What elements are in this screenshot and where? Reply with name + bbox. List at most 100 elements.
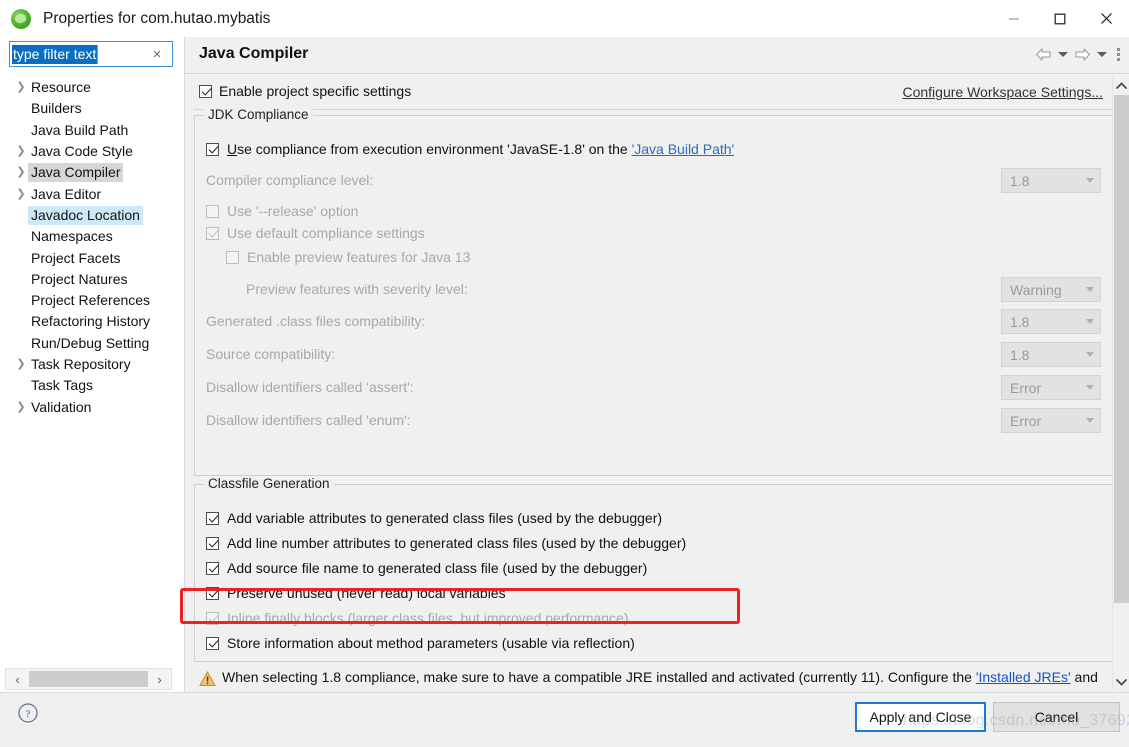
disallow-identifiers-called-assert-dropdown[interactable]: Error — [1001, 375, 1101, 400]
maximize-icon[interactable] — [1037, 0, 1083, 37]
view-menu-icon[interactable] — [1111, 43, 1125, 65]
sidebar-item-namespaces[interactable]: ❯Namespaces — [0, 226, 184, 247]
sidebar-item-run-debug-setting[interactable]: ❯Run/Debug Setting — [0, 333, 184, 354]
enable-row-divider — [194, 109, 1114, 110]
search-input[interactable]: type filter text × — [9, 41, 173, 67]
sidebar-item-label: Builders — [31, 100, 82, 117]
preview-features-with-severity-level-dropdown[interactable]: Warning — [1001, 277, 1101, 302]
use-execution-environment-label: Use compliance from execution environmen… — [227, 141, 735, 157]
window-controls — [991, 0, 1129, 37]
enable-project-specific-settings-checkbox[interactable]: Enable project specific settings — [199, 83, 411, 99]
source-compatibility-dropdown[interactable]: 1.8 — [1001, 342, 1101, 367]
chevron-right-icon[interactable]: ❯ — [14, 167, 28, 178]
use-default-compliance-settings-checkbox[interactable]: Use default compliance settings — [206, 222, 425, 244]
back-arrow-icon[interactable] — [1033, 43, 1053, 65]
sidebar-item-java-build-path[interactable]: ❯Java Build Path — [0, 120, 184, 141]
sidebar-item-label: Java Code Style — [31, 143, 133, 160]
scroll-down-icon[interactable] — [1113, 673, 1129, 690]
dropdown-value: Error — [1010, 412, 1042, 429]
use-execution-environment-checkbox[interactable]: Use compliance from execution environmen… — [206, 138, 734, 160]
sidebar-item-label: Java Compiler — [28, 163, 124, 183]
store-information-about-method-parameters-usable-checkbox[interactable]: Store information about method parameter… — [206, 632, 635, 654]
minimize-icon[interactable] — [991, 0, 1037, 37]
checkbox-box — [226, 250, 239, 264]
sidebar-item-project-facets[interactable]: ❯Project Facets — [0, 247, 184, 268]
add-source-file-name-to-generated-class-file-use-checkbox[interactable]: Add source file name to generated class … — [206, 557, 647, 579]
page-vertical-scrollbar[interactable] — [1112, 77, 1129, 690]
disallow-identifiers-called-enum-label: Disallow identifiers called 'enum': — [206, 412, 411, 428]
checkbox-box — [206, 636, 219, 650]
sidebar-item-label: Resource — [31, 79, 91, 96]
vscroll-thumb[interactable] — [1114, 95, 1129, 603]
chevron-down-icon — [1086, 287, 1094, 292]
inline-finally-blocks-larger-class-files-but-imp-checkbox[interactable]: Inline finally blocks (larger class file… — [206, 607, 629, 629]
chevron-right-icon[interactable]: ❯ — [14, 82, 28, 93]
sidebar-item-builders[interactable]: ❯Builders — [0, 98, 184, 119]
sidebar-item-refactoring-history[interactable]: ❯Refactoring History — [0, 311, 184, 332]
classfile-generation-title: Classfile Generation — [204, 476, 334, 491]
sidebar-item-java-code-style[interactable]: ❯ Java Code Style — [0, 141, 184, 162]
tree-horizontal-scrollbar[interactable]: ‹ › — [5, 668, 172, 690]
checkbox-box — [206, 142, 219, 156]
back-dropdown-caret-icon[interactable] — [1056, 43, 1069, 65]
enable-preview-features-for-java-13-checkbox[interactable]: Enable preview features for Java 13 — [226, 246, 470, 268]
apply-and-close-button[interactable]: Apply and Close — [855, 702, 986, 732]
filter-input-value: type filter text — [12, 45, 99, 64]
chevron-down-icon — [1086, 352, 1094, 357]
preview-features-with-severity-level-label: Preview features with severity level: — [246, 281, 468, 297]
cancel-button[interactable]: Cancel — [993, 702, 1120, 732]
eclipse-icon — [11, 8, 31, 29]
use-release-option-checkbox[interactable]: Use '--release' option — [206, 200, 358, 222]
close-icon[interactable] — [1083, 0, 1129, 37]
checkbox-box — [206, 511, 219, 525]
sidebar-item-resource[interactable]: ❯ Resource — [0, 77, 184, 98]
configure-workspace-settings-link[interactable]: Configure Workspace Settings... — [902, 84, 1103, 100]
generated-class-files-compatibility-dropdown[interactable]: 1.8 — [1001, 309, 1101, 334]
chevron-right-icon[interactable]: ❯ — [14, 401, 28, 413]
forward-arrow-icon[interactable] — [1072, 43, 1092, 65]
warning-text-part-1: When selecting 1.8 compliance, make sure… — [222, 669, 976, 685]
compiler-compliance-level-label: Compiler compliance level: — [206, 172, 374, 188]
disallow-identifiers-called-assert-label: Disallow identifiers called 'assert': — [206, 379, 414, 395]
sidebar-item-java-compiler[interactable]: ❯ Java Compiler — [0, 162, 184, 183]
header-divider — [185, 73, 1129, 74]
clear-filter-icon[interactable]: × — [149, 46, 165, 63]
preserve-unused-never-read-local-variables-label: Preserve unused (never read) local varia… — [227, 585, 506, 601]
sidebar-item-label: Java Editor — [31, 185, 102, 202]
preserve-unused-never-read-local-variables-checkbox[interactable]: Preserve unused (never read) local varia… — [206, 582, 506, 604]
checkbox-box — [199, 84, 212, 98]
warning-triangle-icon — [199, 670, 216, 687]
chevron-right-icon[interactable]: ❯ — [14, 146, 28, 157]
java-build-path-link[interactable]: 'Java Build Path' — [632, 141, 735, 157]
warning-text-part-2: and — [1070, 669, 1098, 685]
installed-jres-link[interactable]: 'Installed JREs' — [976, 669, 1071, 685]
sidebar-item-task-repository[interactable]: ❯ Task Repository — [0, 354, 184, 375]
checkbox-box — [206, 204, 219, 218]
enable-specific-settings-row: Enable project specific settings Configu… — [185, 79, 1129, 105]
page-header: Java Compiler — [185, 37, 1129, 73]
sidebar-item-java-editor[interactable]: ❯ Java Editor — [0, 183, 184, 204]
help-icon[interactable]: ? — [17, 702, 39, 724]
forward-dropdown-caret-icon[interactable] — [1095, 43, 1108, 65]
sidebar-item-task-tags[interactable]: ❯Task Tags — [0, 375, 184, 396]
scroll-left-icon[interactable]: ‹ — [6, 669, 29, 689]
compiler-compliance-level-dropdown[interactable]: 1.8 — [1001, 168, 1101, 193]
window-title: Properties for com.hutao.mybatis — [43, 9, 271, 27]
sidebar-item-project-references[interactable]: ❯Project References — [0, 290, 184, 311]
checkbox-box — [206, 611, 219, 625]
add-variable-attributes-to-generated-class-files-checkbox[interactable]: Add variable attributes to generated cla… — [206, 507, 662, 529]
add-line-number-attributes-to-generated-class-fi-label: Add line number attributes to generated … — [227, 535, 687, 551]
sidebar-item-javadoc-location[interactable]: ❯Javadoc Location — [0, 205, 184, 226]
disallow-identifiers-called-enum-dropdown[interactable]: Error — [1001, 408, 1101, 433]
title-bar: Properties for com.hutao.mybatis — [0, 0, 1129, 37]
sidebar-item-project-natures[interactable]: ❯Project Natures — [0, 269, 184, 290]
add-line-number-attributes-to-generated-class-fi-checkbox[interactable]: Add line number attributes to generated … — [206, 532, 686, 554]
sidebar-item-validation[interactable]: ❯ Validation — [0, 396, 184, 417]
hscroll-thumb[interactable] — [29, 671, 148, 687]
use-release-option-label: Use '--release' option — [227, 203, 359, 219]
scroll-right-icon[interactable]: › — [148, 669, 171, 689]
scroll-up-icon[interactable] — [1113, 77, 1129, 94]
chevron-right-icon[interactable]: ❯ — [14, 359, 28, 370]
chevron-right-icon[interactable]: ❯ — [14, 188, 28, 200]
add-variable-attributes-to-generated-class-files-label: Add variable attributes to generated cla… — [227, 510, 663, 526]
